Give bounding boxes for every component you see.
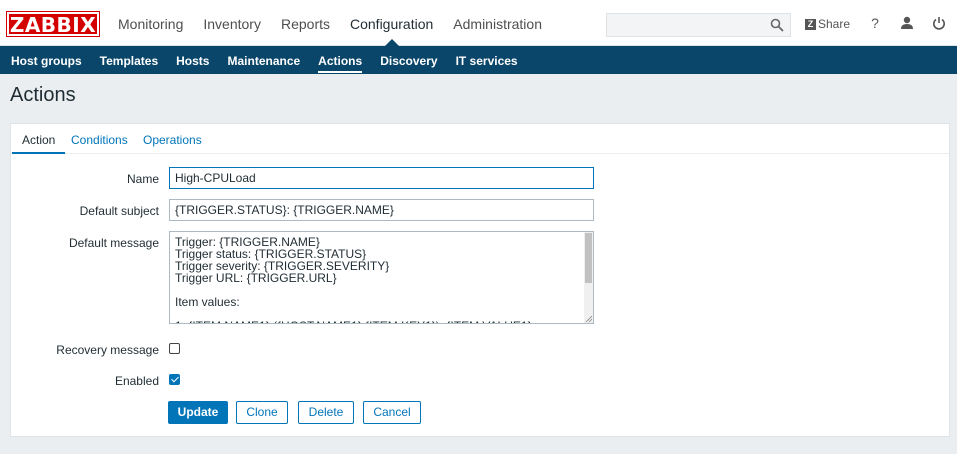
default-message-text: Trigger: {TRIGGER.NAME} Trigger status: {… (175, 236, 532, 323)
enabled-label: Enabled (114, 374, 159, 388)
recovery-message-label: Recovery message (56, 343, 159, 357)
name-field[interactable]: High-CPULoad (169, 167, 594, 189)
menu-monitoring[interactable]: Monitoring (108, 0, 193, 46)
action-form-panel: Action Conditions Operations Name High-C… (10, 123, 950, 437)
share-link[interactable]: Z Share (805, 17, 850, 31)
default-subject-field[interactable]: {TRIGGER.STATUS}: {TRIGGER.NAME} (169, 199, 594, 221)
top-header: ZABBIX Monitoring Inventory Reports Conf… (0, 0, 957, 46)
default-message-textarea[interactable]: Trigger: {TRIGGER.NAME} Trigger status: {… (169, 231, 594, 324)
resize-grip-icon[interactable] (585, 315, 592, 322)
subnav-it-services[interactable]: IT services (447, 46, 527, 74)
scrollbar-thumb[interactable] (585, 233, 592, 283)
tab-conditions[interactable]: Conditions (71, 133, 128, 147)
menu-inventory[interactable]: Inventory (193, 0, 271, 46)
recovery-message-checkbox[interactable] (169, 343, 180, 354)
message-scrollbar[interactable] (584, 232, 593, 323)
default-subject-label: Default subject (79, 204, 159, 218)
update-button[interactable]: Update (168, 401, 228, 424)
tab-action[interactable]: Action (11, 133, 66, 154)
user-profile-icon[interactable] (899, 15, 915, 31)
subnav-maintenance[interactable]: Maintenance (218, 46, 309, 74)
clone-button[interactable]: Clone (236, 401, 288, 424)
message-line: Trigger URL: {TRIGGER.URL} (175, 271, 337, 285)
delete-button[interactable]: Delete (298, 401, 354, 424)
subnav-templates[interactable]: Templates (91, 46, 167, 74)
subnav-host-groups[interactable]: Host groups (0, 46, 91, 74)
sub-navigation: Host groups Templates Hosts Maintenance … (0, 46, 957, 74)
svg-text:?: ? (871, 15, 879, 31)
menu-reports[interactable]: Reports (271, 0, 340, 46)
message-line: Item values: (175, 295, 240, 309)
subnav-actions[interactable]: Actions (309, 46, 371, 74)
share-label: Share (818, 17, 851, 31)
name-label: Name (126, 172, 159, 186)
main-menu: Monitoring Inventory Reports Configurati… (108, 0, 552, 46)
form-tabs: Action Conditions Operations (11, 124, 949, 154)
search-icon[interactable] (770, 18, 784, 32)
tab-operations[interactable]: Operations (143, 133, 202, 147)
menu-configuration[interactable]: Configuration (340, 0, 443, 46)
default-message-label: Default message (68, 236, 159, 250)
page-title: Actions (10, 84, 76, 106)
subnav-hosts[interactable]: Hosts (167, 46, 218, 74)
help-icon[interactable]: ? (867, 15, 883, 31)
subnav-discovery[interactable]: Discovery (371, 46, 446, 74)
menu-administration[interactable]: Administration (443, 0, 552, 46)
enabled-checkbox[interactable] (169, 374, 180, 385)
logo-text: ZABBIX (9, 13, 97, 37)
message-line: 1. {ITEM.NAME1} ({HOST.NAME1}:{ITEM.KEY1… (175, 320, 532, 323)
share-icon: Z (805, 18, 816, 30)
search-input[interactable] (606, 13, 791, 37)
cancel-button[interactable]: Cancel (363, 401, 421, 424)
sign-out-icon[interactable] (931, 15, 947, 31)
zabbix-logo[interactable]: ZABBIX (6, 11, 100, 37)
